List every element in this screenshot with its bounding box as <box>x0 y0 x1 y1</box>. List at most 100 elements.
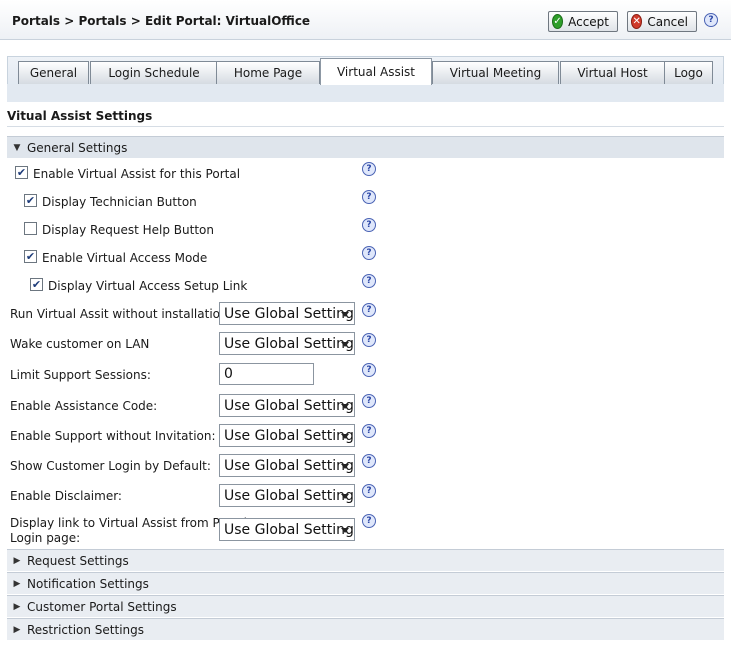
expand-arrow-icon: ▶ <box>13 601 21 612</box>
field-row-wake-on-lan: Wake customer on LAN Use Global Setting … <box>0 332 731 355</box>
checkbox-row-enable-virtual-assist: ✔ Enable Virtual Assist for this Portal … <box>0 162 731 186</box>
tab-home-page[interactable]: Home Page <box>216 61 320 84</box>
help-icon[interactable]: ? <box>704 13 718 27</box>
field-row-portal-login-link: Display link to Virtual Assist from Port… <box>0 514 731 548</box>
cancel-button[interactable]: ✕ Cancel <box>627 11 697 32</box>
section-title: Vitual Assist Settings <box>7 109 153 123</box>
general-settings-header[interactable]: ▼ General Settings <box>7 136 724 158</box>
restriction-settings-header[interactable]: ▶ Restriction Settings <box>7 618 724 640</box>
breadcrumb-current-page: Edit Portal: VirtualOffice <box>144 14 311 28</box>
checkbox-label: Enable Virtual Access Mode <box>42 251 208 265</box>
display-technician-button-checkbox[interactable]: ✔ <box>24 194 37 207</box>
limit-support-sessions-input[interactable]: 0 <box>219 363 314 385</box>
checkbox-label: Enable Virtual Assist for this Portal <box>33 167 241 181</box>
help-icon[interactable]: ? <box>362 162 376 176</box>
display-virtual-access-setup-link-checkbox[interactable]: ✔ <box>30 278 43 291</box>
customer-login-default-select[interactable]: Use Global Setting <box>219 454 355 477</box>
field-label: Run Virtual Assit without installation <box>10 307 228 321</box>
help-icon[interactable]: ? <box>362 190 376 204</box>
tab-logo[interactable]: Logo <box>664 61 713 84</box>
general-settings-title: General Settings <box>27 140 128 155</box>
field-label: Display link to Virtual Assist from Port… <box>10 516 247 546</box>
help-icon[interactable]: ? <box>362 274 376 288</box>
accept-button[interactable]: ✓ Accept <box>548 11 618 32</box>
help-icon[interactable]: ? <box>362 303 376 317</box>
dropdown-arrow-icon <box>341 404 349 409</box>
accept-button-label: Accept <box>568 14 609 29</box>
tab-strip-base <box>7 84 724 102</box>
tab-virtual-host[interactable]: Virtual Host <box>560 61 665 84</box>
field-label-line: Login page: <box>10 531 81 545</box>
checkbox-label: Display Technician Button <box>42 195 197 209</box>
dropdown-arrow-icon <box>341 434 349 439</box>
support-without-invitation-select[interactable]: Use Global Setting <box>219 424 355 447</box>
field-label: Enable Assistance Code: <box>10 399 158 413</box>
select-value: Use Global Setting <box>224 487 354 504</box>
request-settings-header[interactable]: ▶ Request Settings <box>7 549 724 571</box>
dropdown-arrow-icon <box>341 528 349 533</box>
checkbox-row-display-technician: ✔ Display Technician Button ? <box>0 190 731 214</box>
expand-arrow-icon: ▶ <box>13 624 21 635</box>
customer-portal-settings-header[interactable]: ▶ Customer Portal Settings <box>7 595 724 617</box>
expand-arrow-icon: ▶ <box>13 578 21 589</box>
cancel-button-label: Cancel <box>647 14 688 29</box>
select-value: Use Global Setting <box>224 521 354 538</box>
help-icon[interactable]: ? <box>362 394 376 408</box>
select-value: Use Global Setting <box>224 457 354 474</box>
field-label: Enable Support without Invitation: <box>10 429 216 443</box>
breadcrumb-separator: > <box>126 14 145 28</box>
field-label: Enable Disclaimer: <box>10 489 122 503</box>
section-label: Restriction Settings <box>27 622 145 637</box>
field-row-customer-login-default: Show Customer Login by Default: Use Glob… <box>0 454 731 477</box>
checkbox-label: Display Request Help Button <box>42 223 214 237</box>
enable-virtual-assist-checkbox[interactable]: ✔ <box>15 166 28 179</box>
field-row-run-without-installation: Run Virtual Assit without installation U… <box>0 302 731 325</box>
expand-arrow-icon: ▶ <box>13 555 21 566</box>
dropdown-arrow-icon <box>341 312 349 317</box>
help-icon[interactable]: ? <box>362 333 376 347</box>
help-icon[interactable]: ? <box>362 363 376 377</box>
field-row-limit-support-sessions: Limit Support Sessions: 0 ? <box>0 363 731 385</box>
x-icon: ✕ <box>631 14 643 29</box>
checkbox-row-display-request-help: Display Request Help Button ? <box>0 218 731 242</box>
portal-login-link-select[interactable]: Use Global Setting <box>219 518 355 541</box>
field-row-assistance-code: Enable Assistance Code: Use Global Setti… <box>0 394 731 417</box>
breadcrumb-portals-link-2[interactable]: Portals <box>78 14 126 28</box>
help-icon[interactable]: ? <box>362 454 376 468</box>
help-icon[interactable]: ? <box>362 218 376 232</box>
help-icon[interactable]: ? <box>362 514 376 528</box>
checkbox-row-display-virtual-access-link: ✔ Display Virtual Access Setup Link ? <box>0 274 731 298</box>
field-row-disclaimer: Enable Disclaimer: Use Global Setting ? <box>0 484 731 507</box>
dropdown-arrow-icon <box>341 342 349 347</box>
field-row-support-without-invitation: Enable Support without Invitation: Use G… <box>0 424 731 447</box>
section-label: Notification Settings <box>27 576 149 591</box>
assistance-code-select[interactable]: Use Global Setting <box>219 394 355 417</box>
help-icon[interactable]: ? <box>362 246 376 260</box>
tab-virtual-assist[interactable]: Virtual Assist <box>320 58 432 85</box>
display-request-help-button-checkbox[interactable] <box>24 222 37 235</box>
check-icon: ✓ <box>552 14 564 29</box>
disclaimer-select[interactable]: Use Global Setting <box>219 484 355 507</box>
collapse-arrow-icon: ▼ <box>13 142 21 153</box>
select-value: Use Global Setting <box>224 397 354 414</box>
enable-virtual-access-mode-checkbox[interactable]: ✔ <box>24 250 37 263</box>
breadcrumb-portals-link[interactable]: Portals <box>12 14 60 28</box>
field-label: Wake customer on LAN <box>10 337 150 351</box>
tab-login-schedule[interactable]: Login Schedule <box>90 61 218 84</box>
select-value: Use Global Setting <box>224 335 354 352</box>
field-label: Limit Support Sessions: <box>10 368 151 382</box>
dropdown-arrow-icon <box>341 494 349 499</box>
select-value: Use Global Setting <box>224 427 354 444</box>
tab-virtual-meeting[interactable]: Virtual Meeting <box>432 61 559 84</box>
section-label: Customer Portal Settings <box>27 599 177 614</box>
field-label-line: Display link to Virtual Assist from Port… <box>10 516 248 530</box>
select-value: Use Global Setting <box>224 305 354 322</box>
wake-on-lan-select[interactable]: Use Global Setting <box>219 332 355 355</box>
tab-general[interactable]: General <box>18 61 89 84</box>
help-icon[interactable]: ? <box>362 424 376 438</box>
help-icon[interactable]: ? <box>362 484 376 498</box>
notification-settings-header[interactable]: ▶ Notification Settings <box>7 572 724 594</box>
field-label: Show Customer Login by Default: <box>10 459 211 473</box>
run-without-installation-select[interactable]: Use Global Setting <box>219 302 355 325</box>
breadcrumb: Portals > Portals > Edit Portal: Virtual… <box>12 14 310 28</box>
